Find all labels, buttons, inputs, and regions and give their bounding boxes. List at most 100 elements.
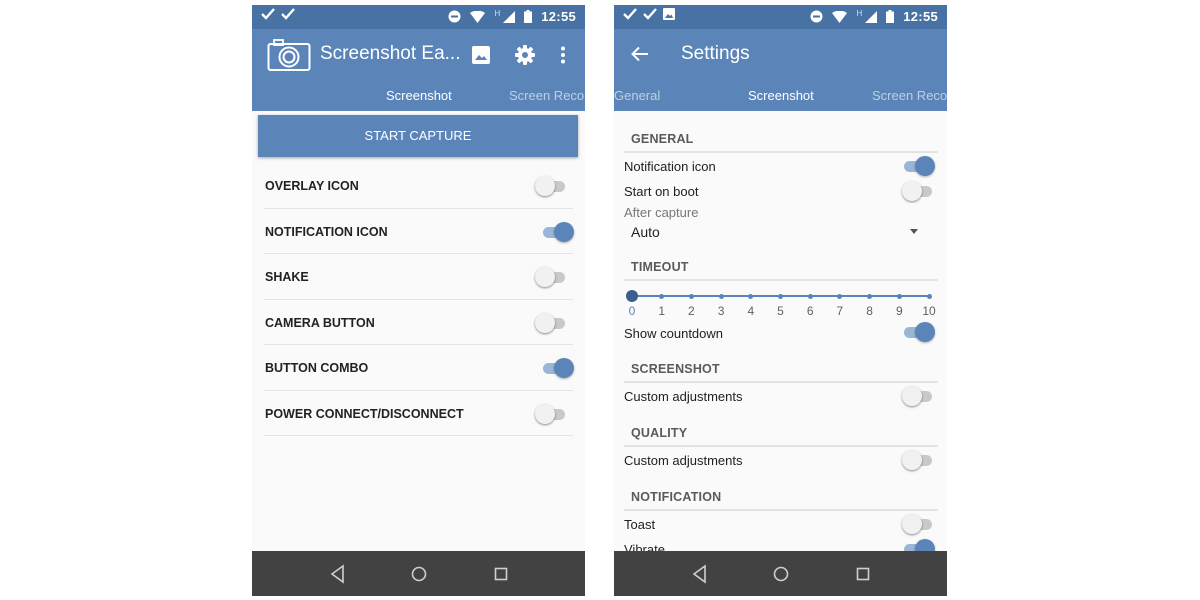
check-icon [623,8,637,20]
recents-square-icon[interactable] [852,563,874,585]
slider-tick-mark [778,293,783,299]
slider-tick-mark [659,293,665,299]
slider-tick-mark [807,293,813,299]
slider-tick-label: 10 [922,304,936,318]
recents-square-icon[interactable] [490,563,512,585]
screenshot-custom-adjustments-label: Custom adjustments [624,389,743,404]
option-list: OVERLAY ICON NOTIFICATION ICON SHAKE CAM… [252,163,585,436]
gear-icon[interactable] [515,45,535,65]
signal-icon [503,10,516,23]
section-header-general: GENERAL [631,132,694,146]
tab-screenshot[interactable]: Screenshot [748,88,814,103]
slider-tick-label: 3 [717,304,725,318]
slider-tick-label: 9 [895,304,903,318]
after-capture-dropdown[interactable]: Auto [631,224,660,240]
start-on-boot-switch[interactable] [902,181,936,201]
toast-switch[interactable] [902,514,936,534]
option-row-shake[interactable]: SHAKE [264,254,573,300]
gallery-icon[interactable] [472,46,490,64]
slider-thumb[interactable] [626,290,638,302]
signal-icon [865,10,878,23]
app-bar: Settings [614,29,947,81]
wifi-icon [832,10,848,23]
back-triangle-icon[interactable] [689,563,711,585]
do-not-disturb-icon [810,10,823,23]
timeout-slider[interactable]: 0 1 2 3 4 5 6 7 8 9 10 [614,287,947,327]
start-on-boot-label: Start on boot [624,184,699,199]
check-icon [281,8,295,20]
slider-tick-label: 0 [628,304,636,318]
option-label: OVERLAY ICON [265,179,359,193]
notification-icon-switch[interactable] [541,221,575,242]
option-row-power-connect[interactable]: POWER CONNECT/DISCONNECT [264,391,573,436]
page-title: Settings [681,43,750,64]
shake-switch[interactable] [535,267,569,287]
slider-tick-mark [896,293,902,299]
show-countdown-switch[interactable] [902,322,936,342]
network-type-indicator: H [494,9,501,18]
slider-tick-label: 4 [747,304,755,318]
battery-icon [524,10,533,23]
slider-tick-mark [867,293,873,299]
tab-screen-record[interactable]: Screen Reco [509,88,584,103]
arrow-back-icon[interactable] [631,46,649,62]
section-header-timeout: TIMEOUT [631,260,689,274]
status-bar: H 12:55 [614,5,947,29]
system-nav-bar [252,551,585,596]
notification-icon-label: Notification icon [624,159,716,174]
option-label: BUTTON COMBO [265,361,369,375]
slider-tick-mark [718,293,724,299]
section-header-quality: QUALITY [631,426,688,440]
option-row-overlay-icon[interactable]: OVERLAY ICON [264,163,573,209]
tab-bar: General Screenshot Screen Reco [614,81,947,111]
section-header-notification: NOTIFICATION [631,490,722,504]
slider-tick-label: 6 [806,304,814,318]
screen-main: H 12:55 Screenshot Ea... Screenshot Scre… [252,5,585,596]
notification-icon-switch[interactable] [902,156,936,176]
dropdown-arrow-icon[interactable] [910,229,918,234]
toast-label: Toast [624,517,656,532]
option-label: POWER CONNECT/DISCONNECT [265,406,464,421]
network-type-indicator: H [856,9,863,18]
after-capture-label: After capture [624,205,699,220]
slider-tick-label: 5 [777,304,784,318]
system-nav-bar [614,551,947,596]
camera-button-switch[interactable] [535,312,569,333]
slider-tick-label: 2 [688,304,695,318]
button-combo-switch[interactable] [541,358,575,378]
option-label: CAMERA BUTTON [265,315,375,330]
option-label: SHAKE [265,270,309,284]
back-triangle-icon[interactable] [327,563,349,585]
quality-custom-adjustments-switch[interactable] [902,450,936,470]
start-capture-button[interactable]: START CAPTURE [258,115,578,157]
section-header-screenshot: SCREENSHOT [631,362,720,376]
option-label: NOTIFICATION ICON [265,224,388,239]
tab-general[interactable]: General [614,88,660,103]
slider-tick-mark [926,293,932,299]
status-time: 12:55 [541,9,576,24]
option-row-button-combo[interactable]: BUTTON COMBO [264,345,575,391]
battery-icon [886,10,895,23]
tab-screen-record[interactable]: Screen Reco [872,88,947,103]
option-row-notification-icon[interactable]: NOTIFICATION ICON [264,209,575,254]
divider [624,279,938,281]
app-title: Screenshot Ea... [320,43,461,64]
slider-tick-label: 7 [836,304,844,318]
slider-tick-label: 8 [866,304,873,318]
status-bar: H 12:55 [252,5,585,29]
home-circle-icon[interactable] [770,563,792,585]
image-icon [663,8,675,20]
app-bar: Screenshot Ea... [252,29,585,81]
slider-tick-mark [748,293,754,299]
power-connect-switch[interactable] [535,403,569,424]
option-row-camera-button[interactable]: CAMERA BUTTON [264,300,573,345]
screenshot-custom-adjustments-switch[interactable] [902,386,936,406]
status-time: 12:55 [903,9,938,24]
home-circle-icon[interactable] [408,563,430,585]
tab-screenshot[interactable]: Screenshot [386,88,452,103]
more-vert-icon[interactable] [560,46,566,64]
check-icon [643,8,657,20]
check-icon [261,8,275,20]
overlay-icon-switch[interactable] [535,176,569,196]
do-not-disturb-icon [448,10,461,23]
